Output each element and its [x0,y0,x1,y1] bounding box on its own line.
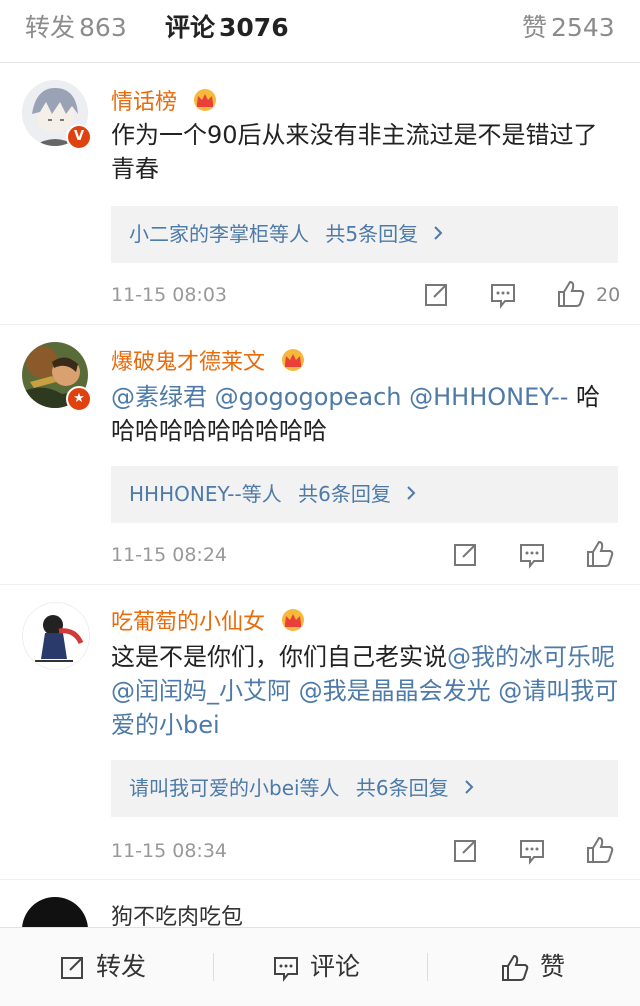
comment-text: 作为一个90后从来没有非主流过是不是错过了青春 [111,121,598,183]
comment-item: V 情话榜 作为一个90后从来没有非主流过是不是错过了青春 小二家的李掌柜等人 … [0,62,640,324]
like-icon [502,954,529,981]
reply-count: 共5条回复 [325,222,419,246]
comment-username[interactable]: 爆破鬼才德莱文 [111,344,308,378]
comment-text: @素绿君 @gogogopeach @HHHONEY-- 哈哈哈哈哈哈哈哈哈哈 [111,380,621,448]
bottom-repost-label: 转发 [96,952,147,981]
comment-time: 11-15 08:24 [111,544,228,566]
bottom-comment-label: 评论 [310,952,361,981]
share-icon[interactable] [451,541,479,569]
chevron-right-icon [463,760,475,817]
reply-summary-users: 小二家的李掌柜等人 [129,222,309,246]
comment-text-body: 这是不是你们，你们自己老实说 [111,643,447,671]
comment-icon[interactable] [518,837,546,865]
comment-username-text: 吃葡萄的小仙女 [111,610,266,635]
tab-like-label: 赞 [522,13,548,42]
comment-item: 狗不吃肉吃包 [0,879,640,927]
tab-repost[interactable]: 转发 863 [25,8,127,44]
star-badge-icon: ★ [66,386,92,412]
mention-links[interactable]: @素绿君 @gogogopeach @HHHONEY-- [111,383,568,411]
tab-comment-label: 评论 [165,13,216,42]
like-icon[interactable] [585,835,614,863]
bottom-comment-button[interactable]: 评论 [272,928,360,1006]
comment-username[interactable]: 狗不吃肉吃包 [111,899,243,927]
tab-repost-count: 863 [79,13,127,42]
share-icon[interactable] [422,281,450,309]
comment-time: 11-15 08:34 [111,840,228,862]
comment-time: 11-15 08:03 [111,284,228,306]
crown-icon [278,608,308,638]
comment-icon [274,957,298,982]
comment-item: ★ 爆破鬼才德莱文 @素绿君 @gogogopeach @HHHONEY-- 哈… [0,324,640,584]
comment-icon[interactable] [489,281,517,309]
bottom-like-button[interactable]: 赞 [500,928,565,1006]
comment-icon[interactable] [518,541,546,569]
comment-text: 这是不是你们，你们自己老实说@我的冰可乐呢 @闰闰妈_小艾阿 @我是晶晶会发光 … [111,640,621,742]
reply-count: 共6条回复 [355,776,449,800]
tab-comment-count: 3076 [219,13,289,42]
like-count: 20 [596,284,621,306]
comment-username[interactable]: 情话榜 [111,84,220,118]
avatar[interactable] [22,602,90,670]
bottom-action-bar: 转发 评论 赞 [0,927,640,1006]
comment-username[interactable]: 吃葡萄的小仙女 [111,604,308,638]
share-icon [61,957,83,979]
crown-icon [190,88,220,118]
comment-item: 吃葡萄的小仙女 这是不是你们，你们自己老实说@我的冰可乐呢 @闰闰妈_小艾阿 @… [0,584,640,879]
bottom-divider [213,953,214,981]
comment-username-text: 情话榜 [111,90,178,115]
reply-summary-box[interactable]: 请叫我可爱的小bei等人 共6条回复 [111,760,618,817]
reply-summary-box[interactable]: 小二家的李掌柜等人 共5条回复 [111,206,618,263]
reply-summary-box[interactable]: HHHONEY--等人 共6条回复 [111,466,618,523]
chevron-right-icon [405,466,417,523]
verified-badge-icon: V [66,124,92,150]
tab-bar: 转发 863 评论 3076 赞 2543 [0,0,640,63]
bottom-repost-button[interactable]: 转发 [58,928,146,1006]
reply-summary-users: HHHONEY--等人 [129,482,282,506]
like-icon[interactable] [556,279,585,307]
tab-repost-label: 转发 [25,13,76,42]
comment-username-text: 爆破鬼才德莱文 [111,350,266,375]
share-icon[interactable] [451,837,479,865]
tab-comment[interactable]: 评论 3076 [165,8,289,44]
bottom-like-label: 赞 [540,952,566,981]
avatar[interactable] [22,897,88,927]
reply-summary-users: 请叫我可爱的小bei等人 [129,776,340,800]
bottom-divider [427,953,428,981]
tab-like-count: 2543 [551,13,615,42]
crown-icon [278,348,308,378]
chevron-right-icon [432,206,444,263]
like-icon[interactable] [585,539,614,567]
tab-like[interactable]: 赞 2543 [522,8,615,44]
reply-count: 共6条回复 [298,482,391,506]
